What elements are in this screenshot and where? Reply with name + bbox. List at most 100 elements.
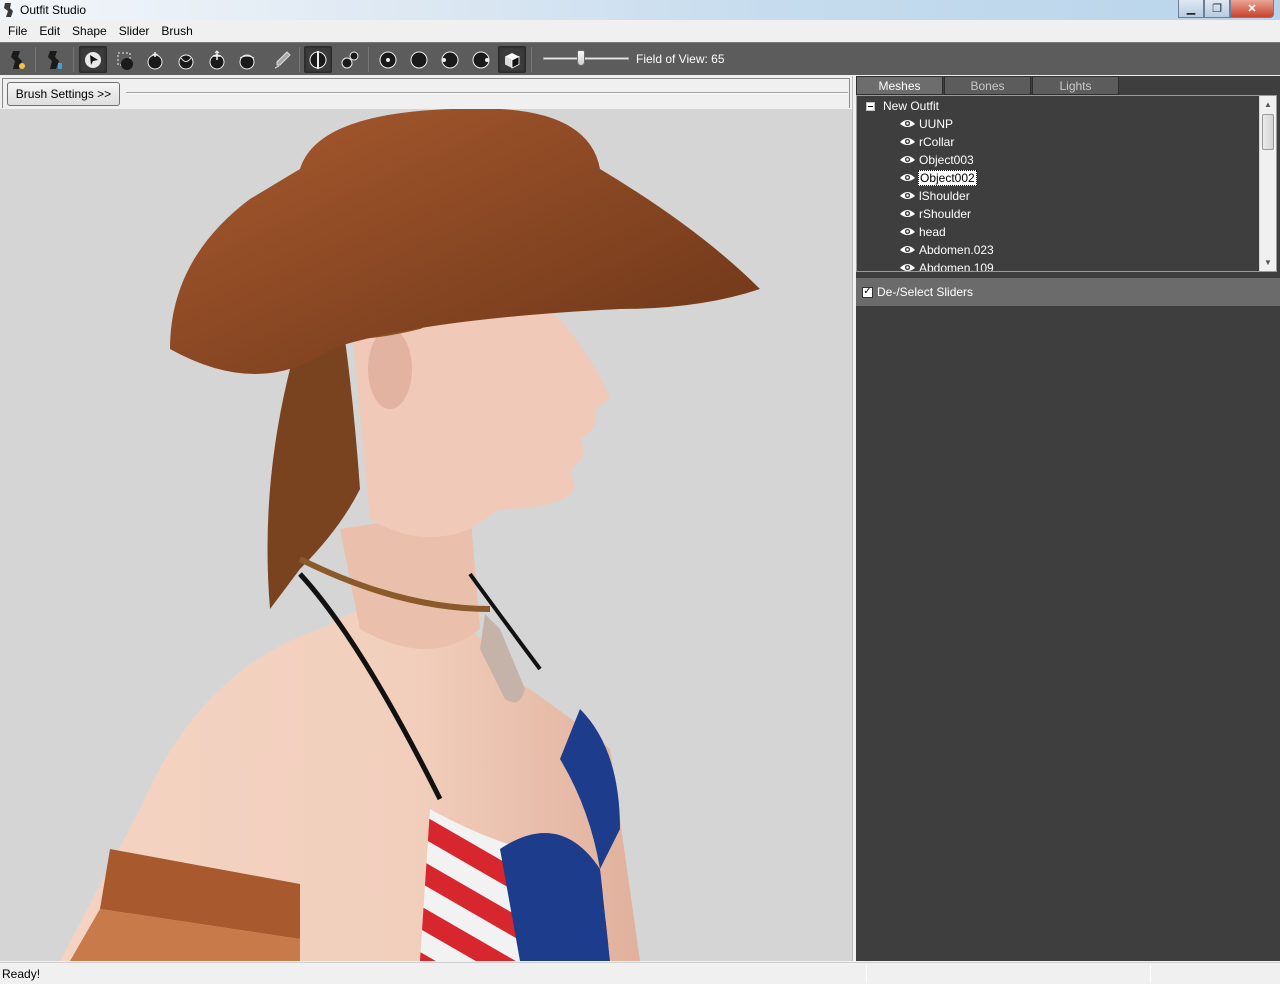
eye-icon[interactable] <box>899 136 916 147</box>
app-icon <box>4 3 13 17</box>
window-title: Outfit Studio <box>20 3 87 17</box>
mesh-item[interactable]: Abdomen.109 <box>899 259 995 272</box>
slider-list <box>856 306 1280 961</box>
fov-slider-thumb[interactable] <box>577 50 585 66</box>
menu-slider[interactable]: Slider <box>113 24 156 38</box>
tree-scrollbar[interactable]: ▲ ▼ <box>1259 96 1276 271</box>
fov-label: Field of View: 65 <box>636 52 725 66</box>
mesh-name: lShoulder <box>919 188 970 203</box>
mesh-name: UUNP <box>919 116 954 131</box>
select-brush-icon <box>85 51 101 68</box>
brush-settings-button[interactable]: Brush Settings >> <box>7 82 120 106</box>
eye-icon[interactable] <box>899 262 916 272</box>
eye-icon[interactable] <box>899 118 916 129</box>
menu-brush[interactable]: Brush <box>155 24 198 38</box>
x-mirror-button[interactable] <box>304 46 332 73</box>
scroll-down-icon[interactable]: ▼ <box>1260 254 1276 271</box>
front-view-button[interactable] <box>374 46 402 73</box>
status-text: Ready! <box>2 967 41 981</box>
tree-root-label: New Outfit <box>883 99 940 113</box>
brush-settings-divider <box>126 92 848 94</box>
eye-icon[interactable] <box>899 154 916 165</box>
tab-bones[interactable]: Bones <box>944 76 1031 95</box>
eye-icon[interactable] <box>899 244 916 255</box>
project-button[interactable] <box>3 46 31 73</box>
minimize-button[interactable]: ▁ <box>1178 0 1204 18</box>
eye-icon[interactable] <box>899 226 916 237</box>
load-reference-icon <box>48 50 62 69</box>
mesh-name: Object003 <box>919 152 974 167</box>
deflate-brush-icon <box>178 54 194 69</box>
mesh-item[interactable]: lShoulder <box>899 187 971 204</box>
status-bar: Ready! <box>0 962 1280 984</box>
move-brush-button[interactable] <box>203 46 231 73</box>
mesh-name: head <box>919 224 946 239</box>
minimize-icon: ▁ <box>1186 3 1196 15</box>
menu-edit[interactable]: Edit <box>33 24 66 38</box>
deflate-brush-button[interactable] <box>172 46 200 73</box>
left-view-button[interactable] <box>436 46 464 73</box>
restore-icon: ❐ <box>1212 3 1222 15</box>
x-mirror-icon <box>309 50 327 69</box>
mask-brush-icon <box>117 52 133 70</box>
fov-slider[interactable] <box>543 47 629 69</box>
perspective-toggle-icon <box>505 52 520 69</box>
connected-only-icon <box>341 51 359 68</box>
smooth-brush-icon <box>239 54 255 69</box>
menu-shape[interactable]: Shape <box>66 24 113 38</box>
character-model-render <box>60 109 760 961</box>
deselect-sliders-label: De-/Select Sliders <box>877 285 974 299</box>
fov-slider-track <box>543 57 629 60</box>
3d-viewport[interactable] <box>0 109 852 961</box>
mesh-item[interactable]: head <box>899 223 947 240</box>
back-view-button[interactable] <box>405 46 433 73</box>
mesh-name: Abdomen.109 <box>919 260 994 272</box>
mesh-name: Abdomen.023 <box>919 242 994 257</box>
select-brush-button[interactable] <box>79 46 107 73</box>
right-view-icon <box>472 51 490 68</box>
inflate-brush-icon <box>147 51 163 69</box>
deselect-sliders-checkbox[interactable]: ✓ <box>862 286 873 298</box>
move-brush-icon <box>209 49 225 69</box>
close-icon: ✕ <box>1247 3 1257 15</box>
mesh-item[interactable]: rShoulder <box>899 205 972 222</box>
tree-root[interactable]: New Outfit <box>866 99 939 113</box>
maximize-button[interactable]: ❐ <box>1204 0 1230 18</box>
menu-bar: File Edit Shape Slider Brush <box>0 21 1280 41</box>
back-view-icon <box>410 51 428 68</box>
right-view-button[interactable] <box>467 46 495 73</box>
mesh-item[interactable]: Abdomen.023 <box>899 241 995 258</box>
title-bar: Outfit Studio ▁ ❐ ✕ <box>0 0 1280 20</box>
mesh-item[interactable]: Object003 <box>899 151 975 168</box>
tab-lights[interactable]: Lights <box>1032 76 1119 95</box>
viewport-panel: Brush Settings >> <box>0 76 852 961</box>
eye-icon[interactable] <box>899 172 916 183</box>
left-view-icon <box>441 51 459 68</box>
side-panel: Meshes Bones Lights New Outfit UUNP rCol… <box>856 76 1280 961</box>
scroll-up-icon[interactable]: ▲ <box>1260 96 1276 113</box>
scrollbar-thumb[interactable] <box>1262 114 1274 150</box>
load-reference-button[interactable] <box>41 46 69 73</box>
inflate-brush-button[interactable] <box>141 46 169 73</box>
perspective-toggle-button[interactable] <box>498 46 526 73</box>
smooth-brush-button[interactable] <box>233 46 261 73</box>
menu-file[interactable]: File <box>2 24 33 38</box>
panel-tabs: Meshes Bones Lights <box>856 76 1280 95</box>
brush-settings-bar: Brush Settings >> <box>0 76 852 109</box>
project-icon <box>11 50 25 69</box>
collapse-icon[interactable] <box>866 101 875 111</box>
close-button[interactable]: ✕ <box>1230 0 1274 18</box>
tab-meshes[interactable]: Meshes <box>856 76 943 95</box>
connected-only-button[interactable] <box>336 46 364 73</box>
mask-brush-button[interactable] <box>111 46 139 73</box>
weight-brush-button[interactable] <box>268 46 296 73</box>
mesh-item[interactable]: rCollar <box>899 133 955 150</box>
mesh-item[interactable]: UUNP <box>899 115 954 132</box>
weight-brush-icon <box>274 50 291 68</box>
mesh-item-selected[interactable]: Object002 <box>899 169 977 186</box>
eye-icon[interactable] <box>899 190 916 201</box>
eye-icon[interactable] <box>899 208 916 219</box>
mesh-tree: New Outfit UUNP rCollar Object003 Object… <box>856 95 1277 272</box>
mesh-name: rShoulder <box>919 206 972 221</box>
front-view-icon <box>379 51 397 68</box>
